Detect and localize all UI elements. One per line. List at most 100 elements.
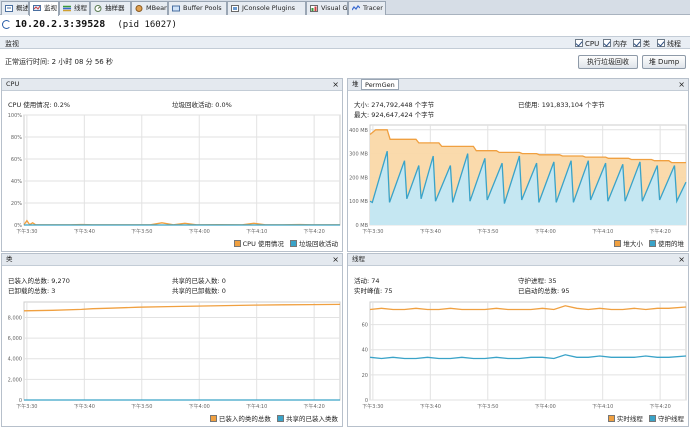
cpu-usage-stat: CPU 使用情况: 0.2% xyxy=(8,101,71,109)
shared-unloaded-stat: 共享的已卸载数: 0 xyxy=(172,287,226,295)
pid-label: (pid 16027) xyxy=(117,20,177,30)
y-tick-label: 8,000 xyxy=(8,315,22,321)
tab-label: 监视 xyxy=(44,4,57,12)
heap-used-stat: 已使用: 191,833,104 个字节 xyxy=(518,101,605,109)
tab-label: 概述 xyxy=(16,4,29,12)
heap-chart: 0 MB100 MB200 MB300 MB400 MB下午3:30 下午3:40… xyxy=(349,124,687,235)
daemon-threads-stat: 守护进程: 35 xyxy=(518,277,557,285)
legend-swatch xyxy=(290,240,297,247)
x-tick-label: 下午4:00 xyxy=(189,228,210,235)
uptime-label: 正常运行时间: 2 小时 08 分 56 秒 xyxy=(5,58,113,66)
monitor-toolbar: 监视 CPU 内存 类 线程 xyxy=(0,36,690,49)
x-tick-label: 下午3:50 xyxy=(131,403,152,410)
cpu-legend: CPU 使用情况 垃圾回收活动 xyxy=(230,238,338,248)
x-tick-label: 下午4:00 xyxy=(535,403,556,410)
tab-mbeans[interactable]: MBeans xyxy=(131,1,168,15)
classes-legend: 已装入的类的总数 共享的已装入类数 xyxy=(206,413,338,423)
peak-threads-stat: 实时峰值: 75 xyxy=(354,287,393,295)
x-tick-label: 下午3:30 xyxy=(16,403,37,410)
y-tick-label: 100% xyxy=(8,113,23,119)
classes-panel: 类 × 已装入的总数: 9,270 共享的已装入数: 0 已卸载的总数: 3 共… xyxy=(1,253,343,427)
x-tick-label: 下午4:20 xyxy=(650,228,671,235)
plot-area xyxy=(23,114,341,226)
x-tick-label: 下午3:50 xyxy=(477,228,498,235)
threads-checkbox[interactable]: 线程 xyxy=(657,39,681,48)
x-tick-label: 下午3:50 xyxy=(477,403,498,410)
memory-pool-selector[interactable]: PermGen xyxy=(361,79,399,90)
x-tick-label: 下午4:10 xyxy=(592,228,613,235)
mbeans-icon xyxy=(135,5,143,12)
x-tick-label: 下午3:30 xyxy=(362,403,383,410)
tab-visual-gc[interactable]: Visual GC xyxy=(306,1,348,15)
y-tick-label: 100 MB xyxy=(349,199,368,205)
x-tick-label: 下午4:00 xyxy=(535,228,556,235)
sampler-icon xyxy=(94,5,102,12)
x-tick-label: 下午3:30 xyxy=(362,228,383,235)
checkbox-check-icon xyxy=(657,39,665,47)
classes-checkbox[interactable]: 类 xyxy=(633,39,650,48)
gc-activity-stat: 垃圾回收活动: 0.0% xyxy=(172,101,232,109)
tab-monitor[interactable]: 监视 xyxy=(29,1,59,16)
perform-gc-button[interactable]: 执行垃圾回收 xyxy=(578,55,638,69)
legend-swatch xyxy=(649,240,656,247)
panel-title-bar: 类 × xyxy=(2,254,342,266)
tab-label: Visual GC xyxy=(321,4,348,12)
panel-title-bar: 堆 PermGen × xyxy=(348,79,688,91)
legend-swatch xyxy=(614,240,622,247)
x-tick-label: 下午4:10 xyxy=(246,403,267,410)
tab-label: JConsole Plugins xyxy=(242,4,296,12)
y-tick-label: 40% xyxy=(11,179,22,185)
tab-label: 抽样器 xyxy=(105,4,125,12)
refresh-icon xyxy=(2,20,11,29)
tab-jconsole-plugins[interactable]: JConsole Plugins xyxy=(227,1,306,15)
y-tick-label: 200 MB xyxy=(349,175,368,181)
y-tick-label: 80% xyxy=(11,135,22,141)
legend-swatch xyxy=(209,415,217,422)
monitor-icon xyxy=(33,5,41,12)
panel-title-bar: 线程 × xyxy=(348,254,688,266)
x-tick-label: 下午4:20 xyxy=(304,403,325,410)
jconsole-plugins-icon xyxy=(231,5,239,12)
threads-chart: 0204060下午3:30 下午3:40 下午3:50 下午4:00 下午4:10 下午4… xyxy=(362,301,687,410)
memory-checkbox[interactable]: 内存 xyxy=(603,39,627,48)
application-header: 10.20.2.3:39528 (pid 16027) xyxy=(0,17,690,34)
legend-swatch xyxy=(649,415,656,422)
visual-gc-icon xyxy=(310,5,318,12)
buffer-pools-icon xyxy=(172,5,180,12)
tab-overview[interactable]: 概述 xyxy=(1,1,29,15)
heap-size-stat: 大小: 274,792,448 个字节 xyxy=(354,101,435,109)
close-icon[interactable]: × xyxy=(678,254,685,265)
plot-area xyxy=(369,301,687,401)
close-icon[interactable]: × xyxy=(332,79,339,90)
x-tick-label: 下午3:50 xyxy=(131,228,152,235)
x-tick-label: 下午4:20 xyxy=(304,228,325,235)
close-icon[interactable]: × xyxy=(332,254,339,265)
panel-title: 线程 xyxy=(352,255,365,263)
tab-threads[interactable]: 线程 xyxy=(59,1,90,15)
threads-legend: 实时线程 守护线程 xyxy=(604,413,684,423)
tab-label: Tracer xyxy=(363,4,383,12)
y-tick-label: 400 MB xyxy=(349,128,368,134)
cpu-checkbox[interactable]: CPU xyxy=(575,39,599,48)
x-tick-label: 下午4:00 xyxy=(189,403,210,410)
y-tick-label: 6,000 xyxy=(8,336,22,342)
x-tick-label: 下午4:10 xyxy=(246,228,267,235)
cpu-panel: CPU × CPU 使用情况: 0.2% 垃圾回收活动: 0.0% 0% 20% 4… xyxy=(1,78,343,252)
y-tick-label: 20 xyxy=(362,373,368,379)
total-started-stat: 已启动的总数: 95 xyxy=(518,287,570,295)
tab-label: 线程 xyxy=(74,4,87,12)
tab-buffer-pools[interactable]: Buffer Pools xyxy=(168,1,227,15)
x-tick-label: 下午3:40 xyxy=(420,228,441,235)
tab-label: MBeans xyxy=(146,4,168,12)
tab-sampler[interactable]: 抽样器 xyxy=(90,1,131,15)
visualvm-monitor-window: 概述 监视 线程 抽样器 MBeans Buffer Pools JConsol… xyxy=(0,0,690,428)
x-tick-label: 下午3:40 xyxy=(420,403,441,410)
y-tick-label: 20% xyxy=(11,201,22,207)
loaded-total-stat: 已装入的总数: 9,270 xyxy=(8,277,70,285)
shared-loaded-stat: 共享的已装入数: 0 xyxy=(172,277,226,285)
close-icon[interactable]: × xyxy=(678,79,685,90)
heap-dump-button[interactable]: 堆 Dump xyxy=(642,55,686,69)
legend-swatch xyxy=(233,240,241,247)
checkbox-check-icon xyxy=(633,39,641,47)
tab-tracer[interactable]: Tracer xyxy=(348,1,386,15)
